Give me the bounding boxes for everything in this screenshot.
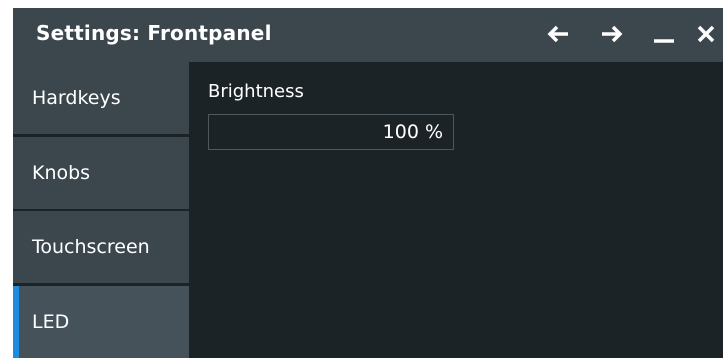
sidebar-item-touchscreen[interactable]: Touchscreen bbox=[13, 211, 189, 283]
settings-dialog: Settings: Frontpanel Hardkeys Knobs Touc… bbox=[13, 8, 723, 358]
minimize-icon bbox=[654, 39, 674, 43]
sidebar: Hardkeys Knobs Touchscreen LED bbox=[13, 62, 189, 358]
sidebar-item-label: Knobs bbox=[32, 162, 91, 184]
back-button[interactable] bbox=[541, 14, 575, 54]
sidebar-item-label: Hardkeys bbox=[32, 87, 121, 109]
brightness-label: Brightness bbox=[208, 81, 304, 102]
forward-button[interactable] bbox=[595, 14, 629, 54]
brightness-input[interactable]: 100 % bbox=[208, 114, 454, 150]
window-title: Settings: Frontpanel bbox=[36, 21, 272, 45]
content-panel: Brightness 100 % bbox=[195, 62, 723, 358]
close-button[interactable] bbox=[689, 14, 723, 54]
sidebar-item-knobs[interactable]: Knobs bbox=[13, 137, 189, 209]
sidebar-item-led[interactable]: LED bbox=[13, 286, 189, 358]
sidebar-item-hardkeys[interactable]: Hardkeys bbox=[13, 62, 189, 134]
sidebar-item-label: LED bbox=[32, 311, 70, 333]
sidebar-item-label: Touchscreen bbox=[32, 236, 150, 258]
close-icon bbox=[697, 25, 715, 43]
title-bar: Settings: Frontpanel bbox=[13, 8, 723, 62]
brightness-value: 100 % bbox=[382, 121, 443, 143]
active-indicator bbox=[13, 286, 19, 358]
arrow-right-icon bbox=[602, 25, 623, 43]
minimize-button[interactable] bbox=[647, 14, 681, 54]
arrow-left-icon bbox=[547, 25, 568, 43]
